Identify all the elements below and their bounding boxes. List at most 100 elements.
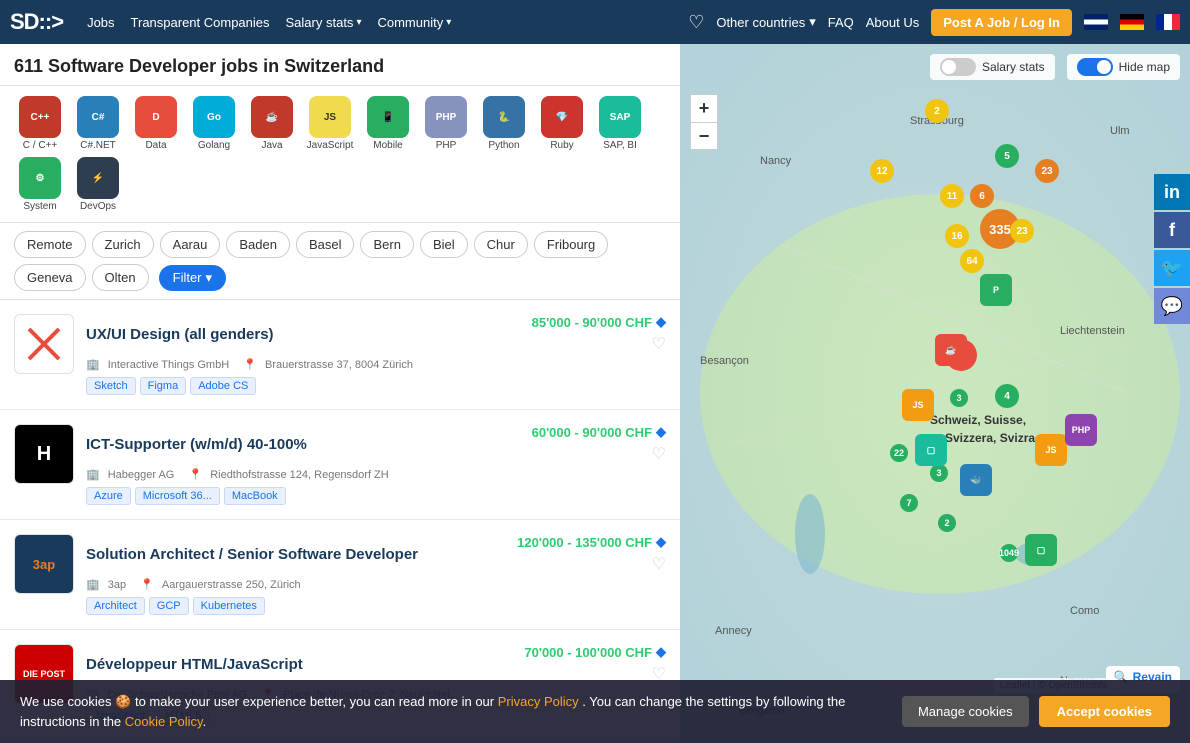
category-icon-c---c--[interactable]: C++C / C++ bbox=[14, 96, 66, 151]
nav-community[interactable]: Community ▾ bbox=[377, 15, 451, 30]
nav-faq[interactable]: FAQ bbox=[828, 15, 854, 30]
category-icon-devops[interactable]: ⚡DevOps bbox=[72, 157, 124, 212]
job-tag[interactable]: Sketch bbox=[86, 377, 136, 395]
nav-salary-stats[interactable]: Salary stats ▾ bbox=[286, 15, 362, 30]
flag-fr-icon[interactable] bbox=[1156, 14, 1180, 30]
location-baden[interactable]: Baden bbox=[226, 231, 290, 258]
filter-button[interactable]: Filter ▾ bbox=[159, 265, 226, 291]
marker-12[interactable]: 12 bbox=[870, 159, 894, 183]
marker-11[interactable]: 11 bbox=[940, 184, 964, 208]
job-favorite-button[interactable]: ♡ bbox=[652, 334, 666, 354]
category-icon-python[interactable]: 🐍Python bbox=[478, 96, 530, 151]
category-icon-ruby[interactable]: 💎Ruby bbox=[536, 96, 588, 151]
logo-pin-js2[interactable]: JS bbox=[1035, 434, 1067, 466]
marker-23-mid[interactable]: 23 bbox=[1010, 219, 1034, 243]
logo-pin-js[interactable]: JS bbox=[902, 389, 934, 421]
svg-text:Como: Como bbox=[1070, 605, 1099, 617]
location-geneva[interactable]: Geneva bbox=[14, 264, 86, 291]
job-info: ICT-Supporter (w/m/d) 40-100%60'000 - 90… bbox=[86, 424, 666, 505]
flag-de-icon[interactable] bbox=[1120, 14, 1144, 30]
zoom-in-button[interactable]: + bbox=[690, 94, 718, 122]
logo-pin-php[interactable]: PHP bbox=[1065, 414, 1097, 446]
logo-pin-1049-green[interactable]: ▢ bbox=[1025, 534, 1057, 566]
other-countries-dropdown[interactable]: Other countries ▾ bbox=[716, 14, 815, 30]
job-meta: 🏢 Interactive Things GmbH 📍 Brauerstrass… bbox=[86, 358, 666, 371]
nav-transparent-companies[interactable]: Transparent Companies bbox=[131, 15, 270, 30]
location-remote[interactable]: Remote bbox=[14, 231, 86, 258]
svg-text:Annecy: Annecy bbox=[715, 625, 752, 637]
cookie-policy-link[interactable]: Cookie Policy bbox=[125, 714, 203, 729]
discord-icon[interactable]: 💬 bbox=[1154, 288, 1190, 324]
marker-1049[interactable]: 1049 bbox=[1000, 544, 1018, 562]
category-icon-data[interactable]: DData bbox=[130, 96, 182, 151]
logo-pin-java[interactable]: ☕ bbox=[935, 334, 967, 366]
category-icon-system[interactable]: ⚙System bbox=[14, 157, 66, 212]
job-card[interactable]: UX/UI Design (all genders)85'000 - 90'00… bbox=[0, 300, 680, 410]
hide-map-toggle[interactable] bbox=[1077, 58, 1113, 76]
linkedin-icon[interactable]: in bbox=[1154, 174, 1190, 210]
facebook-icon[interactable]: f bbox=[1154, 212, 1190, 248]
marker-5[interactable]: 5 bbox=[995, 144, 1019, 168]
location-biel[interactable]: Biel bbox=[420, 231, 468, 258]
location-chur[interactable]: Chur bbox=[474, 231, 528, 258]
marker-4[interactable]: 4 bbox=[995, 384, 1019, 408]
nav-about-us[interactable]: About Us bbox=[866, 15, 919, 30]
location-basel[interactable]: Basel bbox=[296, 231, 355, 258]
logo[interactable]: SD::> bbox=[10, 9, 63, 35]
job-title: ICT-Supporter (w/m/d) 40-100% bbox=[86, 436, 307, 453]
salary-stats-toggle[interactable] bbox=[940, 58, 976, 76]
category-icon-golang[interactable]: GoGolang bbox=[188, 96, 240, 151]
job-tag[interactable]: Adobe CS bbox=[190, 377, 256, 395]
category-icon-php[interactable]: PHPPHP bbox=[420, 96, 472, 151]
location-zurich[interactable]: Zurich bbox=[92, 231, 154, 258]
job-card[interactable]: HICT-Supporter (w/m/d) 40-100%60'000 - 9… bbox=[0, 410, 680, 520]
category-icon-c--net[interactable]: C#C#.NET bbox=[72, 96, 124, 151]
location-olten[interactable]: Olten bbox=[92, 264, 149, 291]
category-icon-java[interactable]: ☕Java bbox=[246, 96, 298, 151]
location-pin-icon: 📍 bbox=[188, 468, 202, 481]
job-tag[interactable]: GCP bbox=[149, 597, 189, 615]
job-card[interactable]: 3apSolution Architect / Senior Software … bbox=[0, 520, 680, 630]
zoom-out-button[interactable]: − bbox=[690, 122, 718, 150]
category-icon-javascript[interactable]: JSJavaScript bbox=[304, 96, 356, 151]
job-tag[interactable]: Microsoft 36... bbox=[135, 487, 220, 505]
job-tag[interactable]: Architect bbox=[86, 597, 145, 615]
svg-text:Svizzera, Svizra: Svizzera, Svizra bbox=[945, 431, 1035, 445]
job-tag[interactable]: Kubernetes bbox=[193, 597, 265, 615]
job-favorite-button[interactable]: ♡ bbox=[652, 444, 666, 464]
marker-23-right[interactable]: 23 bbox=[1035, 159, 1059, 183]
logo-pin-green[interactable]: P bbox=[980, 274, 1012, 306]
category-icon-mobile[interactable]: 📱Mobile bbox=[362, 96, 414, 151]
location-bern[interactable]: Bern bbox=[360, 231, 413, 258]
post-job-button[interactable]: Post A Job / Log In bbox=[931, 9, 1072, 36]
job-tag[interactable]: Azure bbox=[86, 487, 131, 505]
job-salary: 85'000 - 90'000 CHF ◆ bbox=[532, 314, 666, 330]
logo-pin-green2[interactable]: ▢ bbox=[915, 434, 947, 466]
marker-3-mid[interactable]: 3 bbox=[930, 464, 948, 482]
marker-22[interactable]: 22 bbox=[890, 444, 908, 462]
marker-16[interactable]: 16 bbox=[945, 224, 969, 248]
privacy-policy-link[interactable]: Privacy Policy bbox=[498, 694, 579, 709]
marker-64[interactable]: 64 bbox=[960, 249, 984, 273]
job-favorite-button[interactable]: ♡ bbox=[652, 554, 666, 574]
category-icon-sap--bi[interactable]: SAPSAP, BI bbox=[594, 96, 646, 151]
marker-6-right[interactable]: 6 bbox=[970, 184, 994, 208]
twitter-icon[interactable]: 🐦 bbox=[1154, 250, 1190, 286]
location-fribourg[interactable]: Fribourg bbox=[534, 231, 608, 258]
logo-pin-docker[interactable]: 🐳 bbox=[960, 464, 992, 496]
job-meta: 🏢 Habegger AG 📍 Riedthofstrasse 124, Reg… bbox=[86, 468, 666, 481]
accept-cookies-button[interactable]: Accept cookies bbox=[1039, 696, 1170, 727]
job-tag[interactable]: Figma bbox=[140, 377, 187, 395]
nav-jobs[interactable]: Jobs bbox=[87, 15, 114, 30]
marker-7[interactable]: 7 bbox=[900, 494, 918, 512]
job-tag[interactable]: MacBook bbox=[224, 487, 286, 505]
manage-cookies-button[interactable]: Manage cookies bbox=[902, 696, 1029, 727]
marker-2-bottom[interactable]: 2 bbox=[938, 514, 956, 532]
flag-uk-icon[interactable] bbox=[1084, 14, 1108, 30]
favorites-heart-icon[interactable]: ♡ bbox=[688, 12, 704, 33]
job-salary: 70'000 - 100'000 CHF ◆ bbox=[524, 644, 666, 660]
marker-3-low[interactable]: 3 bbox=[950, 389, 968, 407]
community-arrow-icon: ▾ bbox=[446, 17, 451, 28]
marker-2[interactable]: 2 bbox=[925, 99, 949, 123]
location-aarau[interactable]: Aarau bbox=[160, 231, 221, 258]
